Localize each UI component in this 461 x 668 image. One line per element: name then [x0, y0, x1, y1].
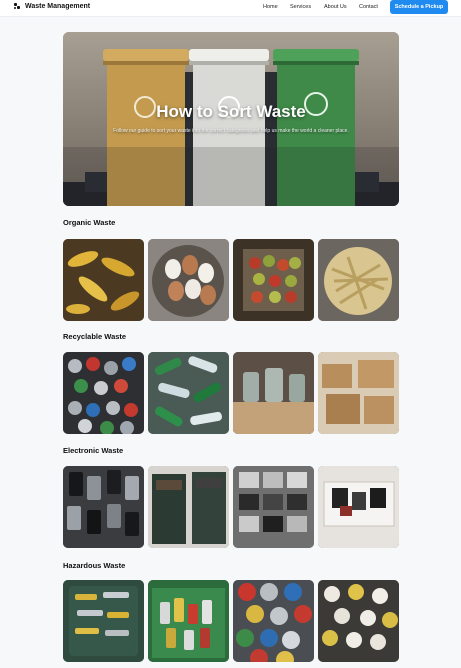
- hazardous-image-row: [63, 580, 399, 662]
- section-title-hazardous: Hazardous Waste: [63, 561, 126, 570]
- glass-jars-photo[interactable]: [233, 352, 314, 434]
- old-devices-photo[interactable]: [233, 466, 314, 548]
- bananas-photo[interactable]: [63, 239, 144, 321]
- apples-photo[interactable]: [233, 239, 314, 321]
- spray-cans-bin-photo[interactable]: [148, 580, 229, 662]
- hero-banner: How to Sort Waste Follow our guide to so…: [63, 32, 399, 206]
- paint-cans-photo[interactable]: [233, 580, 314, 662]
- section-title-electronic: Electronic Waste: [63, 446, 124, 455]
- electronics-box-photo[interactable]: [318, 466, 399, 548]
- nav-link-about-us[interactable]: About Us: [324, 4, 347, 10]
- brand[interactable]: Waste Management: [14, 3, 90, 10]
- schedule-pickup-button[interactable]: Schedule a Pickup: [390, 0, 448, 14]
- cardboard-boxes-photo[interactable]: [318, 352, 399, 434]
- section-title-recyclable: Recyclable Waste: [63, 332, 127, 341]
- organic-image-row: [63, 239, 399, 321]
- hero-subtitle: Follow our guide to sort your waste into…: [113, 128, 349, 134]
- bottles-photo[interactable]: [148, 352, 229, 434]
- nav-link-home[interactable]: Home: [263, 4, 278, 10]
- eggs-photo[interactable]: [148, 239, 229, 321]
- electronic-image-row: [63, 466, 399, 548]
- cans-photo[interactable]: [63, 352, 144, 434]
- top-navigation-bar: Waste Management Home Services About Us …: [0, 0, 461, 17]
- nav-link-contact[interactable]: Contact: [359, 4, 378, 10]
- section-title-organic: Organic Waste: [63, 218, 116, 227]
- pasta-photo[interactable]: [318, 239, 399, 321]
- nav-link-services[interactable]: Services: [290, 4, 311, 10]
- phones-photo[interactable]: [63, 466, 144, 548]
- recyclable-image-row: [63, 352, 399, 434]
- light-bulbs-photo[interactable]: [318, 580, 399, 662]
- hero-title: How to Sort Waste: [156, 102, 306, 121]
- logo-icon: [14, 3, 20, 10]
- brand-name: Waste Management: [25, 3, 91, 10]
- batteries-photo[interactable]: [63, 580, 144, 662]
- ewaste-bins-photo[interactable]: [148, 466, 229, 548]
